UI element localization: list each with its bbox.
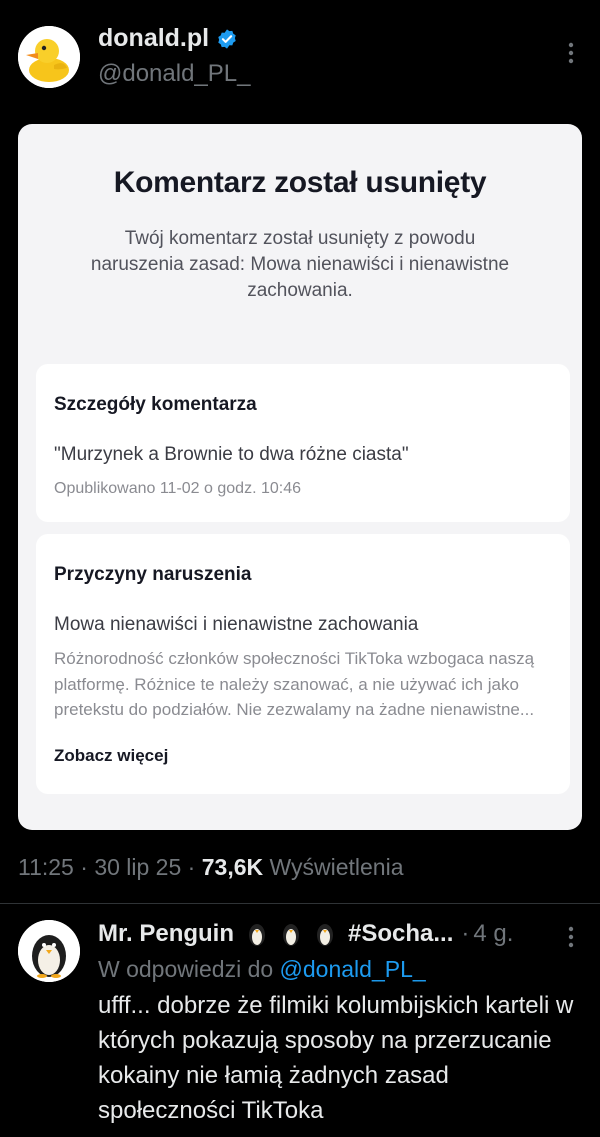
comment-quote: "Murzynek a Brownie to dwa różne ciasta" [54, 444, 409, 465]
verified-badge-icon [218, 28, 236, 49]
reason-body: Różnorodność członków społeczności TikTo… [54, 649, 535, 719]
details-heading: Szczegóły komentarza [54, 394, 257, 415]
penguin-avatar-icon[interactable] [18, 920, 80, 982]
author-name[interactable]: donald.pl [98, 24, 238, 53]
reply-time-separator: · [461, 920, 470, 947]
reply-author-name-suffix[interactable]: #Socha... [348, 920, 453, 948]
views-count: 73,6K [201, 854, 264, 880]
replying-handle-link[interactable]: @donald_PL_ [280, 956, 426, 982]
more-options-icon[interactable] [568, 926, 574, 948]
penguin-emoji-icon [283, 924, 300, 946]
views-label: Wyświetlenia [269, 854, 404, 880]
replying-to: W odpowiedzi do @donald_PL_ [98, 956, 426, 983]
reason-title: Mowa nienawiści i nienawistne zachowania [54, 614, 419, 635]
replying-label: W odpowiedzi do [98, 956, 274, 982]
author-name-text[interactable]: donald.pl [98, 24, 209, 53]
meta-separator: · [80, 854, 88, 880]
see-more-link: Zobacz więcej [54, 746, 169, 765]
divider [0, 903, 600, 904]
attached-image-card[interactable]: Komentarz został usunięty Twój komentarz… [18, 124, 582, 830]
reply-header: Mr. Penguin #Socha... · 4 g. [98, 920, 513, 948]
reply-time[interactable]: 4 g. [473, 920, 513, 948]
duck-avatar-icon[interactable] [18, 26, 80, 88]
penguin-emoji-icon [317, 924, 334, 946]
meta-separator: · [187, 854, 196, 880]
penguin-emoji-icon [249, 924, 266, 946]
comment-details-box: Szczegóły komentarza "Murzynek a Brownie… [36, 364, 570, 522]
card-subtitle: Twój komentarz został usunięty z powodu … [90, 228, 510, 301]
reply-post[interactable]: Mr. Penguin #Socha... · 4 g. W odpowiedz… [18, 918, 582, 1137]
post-date[interactable]: 30 lip 25 [94, 854, 181, 880]
card-title: Komentarz został usunięty [113, 166, 487, 199]
post-header: donald.pl @donald_PL_ [18, 22, 582, 92]
reply-author-name[interactable]: Mr. Penguin [98, 920, 234, 948]
published-timestamp: Opublikowano 11-02 o godz. 10:46 [54, 480, 301, 497]
author-handle[interactable]: @donald_PL_ [98, 60, 250, 88]
more-options-icon[interactable] [568, 42, 574, 64]
reasons-heading: Przyczyny naruszenia [54, 564, 252, 585]
post-time[interactable]: 11:25 [18, 854, 74, 880]
violation-reasons-box: Przyczyny naruszenia Mowa nienawiści i n… [36, 534, 570, 794]
watermark-logo [300, 1050, 570, 1094]
post-meta: 11:25 · 30 lip 25 · 73,6K Wyświetlenia [18, 854, 404, 881]
